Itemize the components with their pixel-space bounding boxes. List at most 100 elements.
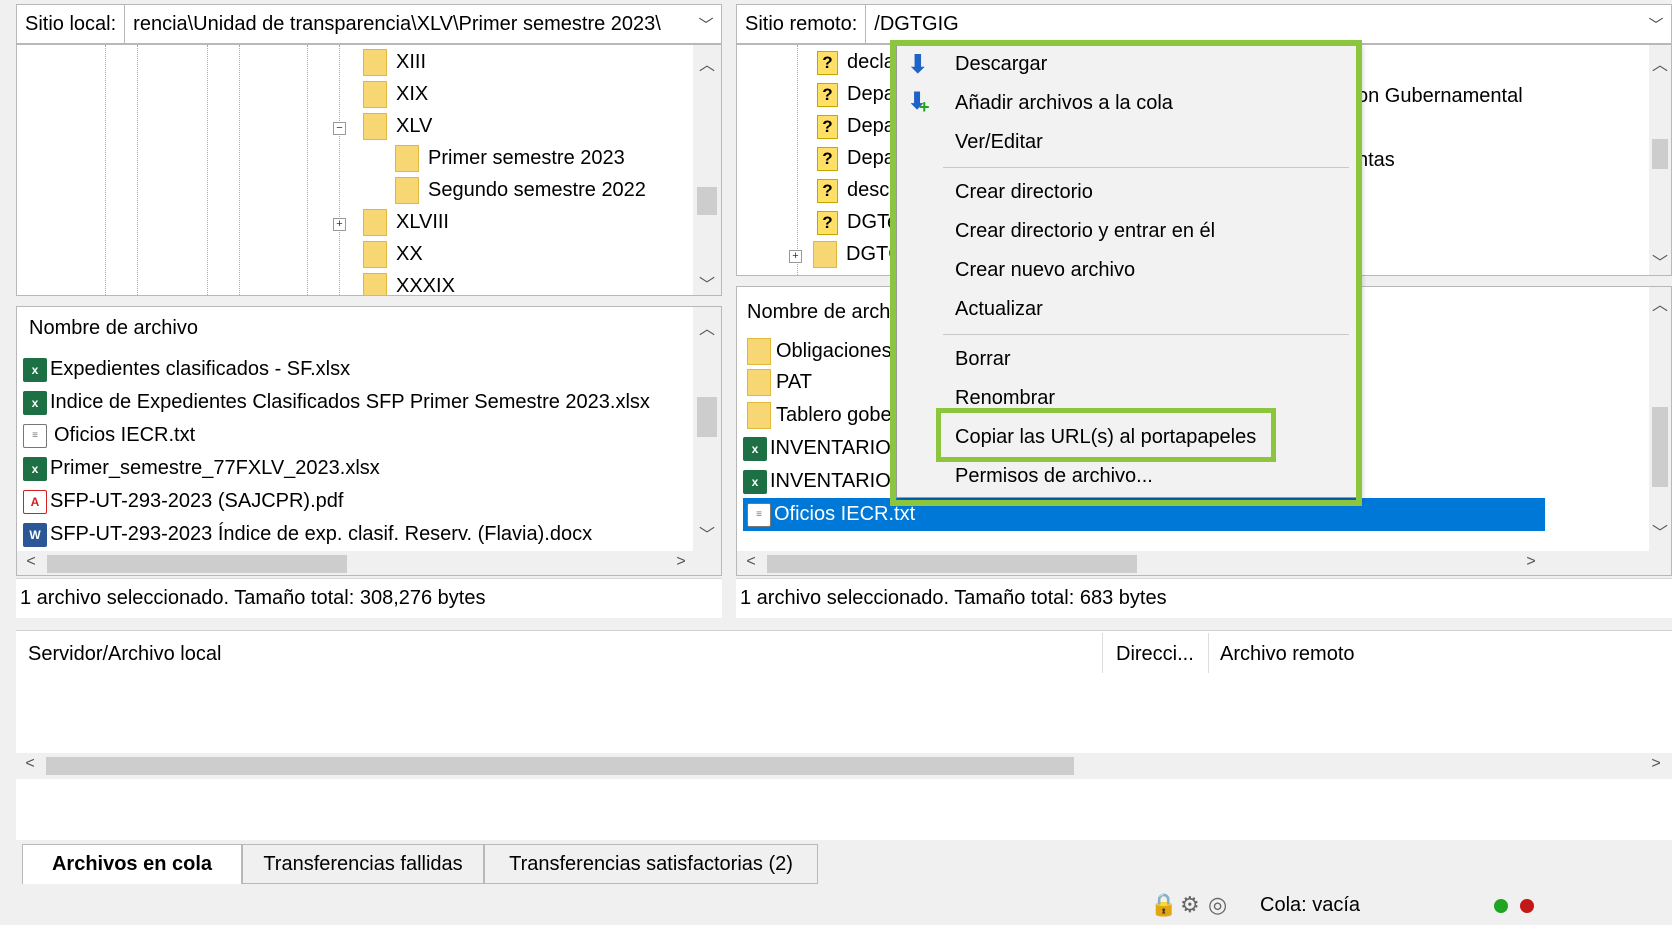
collapse-icon[interactable]: −: [333, 122, 346, 135]
list-item-selected[interactable]: ≡ Oficios IECR.txt: [743, 498, 1545, 531]
remote-path-input[interactable]: /DGTGIG: [866, 5, 1641, 43]
download-arrow-icon: ⬇: [907, 49, 929, 79]
list-item[interactable]: Obligaciones: [747, 335, 892, 368]
list-item[interactable]: ≡ Oficios IECR.txt: [23, 419, 195, 452]
queue-panel[interactable]: Servidor/Archivo local Direcci... Archiv…: [16, 630, 1672, 840]
tree-item[interactable]: XXXIX: [363, 270, 455, 295]
folder-icon: [395, 145, 419, 172]
tree-item[interactable]: ? desc: [817, 174, 889, 207]
menu-item-add-to-queue[interactable]: Añadir archivos a la cola: [955, 84, 1173, 122]
activity-status-icon: [1520, 899, 1534, 913]
chevron-down-icon[interactable]: ﹀: [691, 5, 721, 43]
tab-queued-files[interactable]: Archivos en cola: [22, 844, 242, 884]
tree-item[interactable]: XIII: [363, 46, 426, 79]
chevron-down-icon[interactable]: ﹀: [693, 271, 721, 295]
folder-icon: [363, 81, 387, 108]
chevron-right-icon[interactable]: >: [1517, 553, 1545, 571]
file-list-scrollbar[interactable]: ︿ ﹀: [693, 307, 721, 551]
tree-item[interactable]: ? DGTe: [817, 206, 898, 239]
unknown-folder-icon: ?: [817, 114, 838, 139]
local-directory-tree[interactable]: XIII XIX − XLV Primer semestre 2023 Segu…: [16, 44, 722, 296]
chevron-right-icon[interactable]: >: [1642, 755, 1670, 773]
local-path-input[interactable]: rencia\Unidad de transparencia\XLV\Prime…: [125, 5, 691, 43]
column-header-direction[interactable]: Direcci...: [1116, 643, 1194, 666]
menu-item-create-directory-enter[interactable]: Crear directorio y entrar en él: [955, 212, 1215, 250]
tree-item[interactable]: ? decla: [817, 46, 895, 79]
chevron-down-icon[interactable]: ﹀: [1649, 519, 1671, 543]
pdf-file-icon: A: [23, 489, 47, 514]
menu-item-download[interactable]: Descargar: [955, 45, 1047, 83]
connection-status-icon: [1494, 899, 1508, 913]
tree-scrollbar[interactable]: ︿ ﹀: [1649, 45, 1671, 275]
chevron-up-icon[interactable]: ︿: [1649, 51, 1671, 75]
remote-path-label: Sitio remoto:: [737, 5, 867, 43]
list-item[interactable]: Tablero gobe: [747, 399, 892, 432]
chevron-left-icon[interactable]: <: [16, 755, 44, 773]
menu-item-copy-urls[interactable]: Copiar las URL(s) al portapapeles: [955, 418, 1256, 456]
chevron-down-icon[interactable]: ﹀: [693, 521, 721, 545]
text-file-icon: ≡: [747, 502, 771, 527]
file-list-hscrollbar[interactable]: < >: [737, 551, 1671, 575]
folder-icon: [813, 241, 837, 268]
tree-item-label: ntas: [1357, 149, 1395, 171]
folder-icon: [747, 338, 771, 365]
list-item[interactable]: x Primer_semestre_77FXLV_2023.xlsx: [23, 452, 380, 485]
list-item[interactable]: PAT: [747, 366, 812, 399]
folder-icon: [363, 113, 387, 140]
excel-file-icon: x: [743, 436, 767, 461]
file-list-hscrollbar[interactable]: < >: [17, 551, 721, 575]
list-item[interactable]: W SFP-UT-293-2023 Índice de exp. clasif.…: [23, 518, 592, 551]
folder-icon: [395, 177, 419, 204]
folder-icon: [747, 369, 771, 396]
context-menu[interactable]: ⬇ ⬇ + Descargar Añadir archivos a la cola…: [896, 42, 1358, 498]
lock-icon: 🔒: [1150, 892, 1178, 917]
tab-failed-transfers[interactable]: Transferencias fallidas: [242, 844, 484, 884]
chevron-up-icon[interactable]: ︿: [693, 315, 721, 339]
chevron-up-icon[interactable]: ︿: [693, 51, 721, 75]
list-item[interactable]: x Indice de Expedientes Clasificados SFP…: [23, 386, 650, 419]
tree-item[interactable]: ? Depa: [817, 78, 895, 111]
column-header-local[interactable]: Servidor/Archivo local: [28, 643, 221, 666]
chevron-up-icon[interactable]: ︿: [1649, 291, 1671, 315]
tree-item[interactable]: XIX: [363, 78, 428, 111]
tree-item[interactable]: Segundo semestre 2022: [395, 174, 646, 207]
local-file-list[interactable]: Nombre de archivo x Expedientes clasific…: [16, 306, 722, 576]
list-item[interactable]: x INVENTARIO: [743, 465, 891, 498]
list-header[interactable]: Nombre de arch: [747, 301, 890, 324]
menu-item-view-edit[interactable]: Ver/Editar: [955, 123, 1043, 161]
chevron-left-icon[interactable]: <: [17, 553, 45, 571]
remote-path-bar: Sitio remoto: /DGTGIG ﹀: [736, 4, 1672, 44]
local-path-label: Sitio local:: [17, 5, 126, 43]
chevron-down-icon[interactable]: ﹀: [1649, 249, 1671, 273]
tree-scrollbar[interactable]: ︿ ﹀: [693, 45, 721, 295]
excel-file-icon: x: [23, 390, 47, 415]
tree-item[interactable]: DGTC: [813, 238, 903, 271]
list-header[interactable]: Nombre de archivo: [29, 317, 198, 340]
unknown-folder-icon: ?: [817, 82, 838, 107]
chevron-right-icon[interactable]: >: [667, 553, 695, 571]
tree-item[interactable]: ? Depa: [817, 110, 895, 143]
menu-item-create-directory[interactable]: Crear directorio: [955, 173, 1093, 211]
tree-item[interactable]: XLV: [363, 110, 432, 143]
list-item[interactable]: x Expedientes clasificados - SF.xlsx: [23, 353, 350, 386]
menu-item-create-file[interactable]: Crear nuevo archivo: [955, 251, 1135, 289]
queue-hscrollbar[interactable]: < >: [16, 753, 1672, 779]
tree-item[interactable]: ? Depa: [817, 142, 895, 175]
expand-icon[interactable]: +: [789, 250, 802, 263]
tab-successful-transfers[interactable]: Transferencias satisfactorias (2): [484, 844, 818, 884]
list-item[interactable]: A SFP-UT-293-2023 (SAJCPR).pdf: [23, 485, 343, 518]
column-header-remote[interactable]: Archivo remoto: [1220, 643, 1355, 666]
list-item[interactable]: x INVENTARIO: [743, 432, 891, 465]
menu-item-file-permissions[interactable]: Permisos de archivo...: [955, 457, 1153, 495]
expand-icon[interactable]: +: [333, 218, 346, 231]
tree-item[interactable]: XX: [363, 238, 423, 271]
tree-item[interactable]: XLVIII: [363, 206, 449, 239]
chevron-down-icon[interactable]: ﹀: [1641, 5, 1671, 43]
menu-item-rename[interactable]: Renombrar: [955, 379, 1055, 417]
tree-item[interactable]: Primer semestre 2023: [395, 142, 625, 175]
chevron-left-icon[interactable]: <: [737, 553, 765, 571]
speed-limit-icon: ◎: [1208, 892, 1228, 917]
file-list-scrollbar[interactable]: ︿ ﹀: [1649, 287, 1671, 551]
menu-item-delete[interactable]: Borrar: [955, 340, 1011, 378]
menu-item-refresh[interactable]: Actualizar: [955, 290, 1043, 328]
